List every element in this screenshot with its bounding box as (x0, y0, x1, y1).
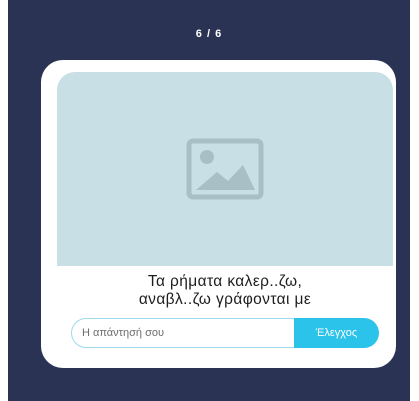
question-text: Τα ρήματα καλερ..ζω, αναβλ..ζω γράφονται… (57, 273, 393, 309)
question-line-2: αναβλ..ζω γράφονται με (138, 291, 312, 308)
question-image-placeholder (57, 72, 393, 266)
answer-form: Έλεγχος (71, 318, 379, 348)
image-placeholder-icon (186, 138, 264, 200)
question-card: Τα ρήματα καλερ..ζω, αναβλ..ζω γράφονται… (41, 60, 396, 368)
check-button[interactable]: Έλεγχος (294, 318, 379, 348)
quiz-panel: 6 / 6 Τα ρήματα καλερ..ζω, αναβλ..ζω γρά… (8, 0, 410, 401)
question-line-1: Τα ρήματα καλερ..ζω, (147, 273, 303, 290)
answer-input[interactable] (71, 318, 317, 348)
progress-indicator: 6 / 6 (195, 28, 223, 40)
